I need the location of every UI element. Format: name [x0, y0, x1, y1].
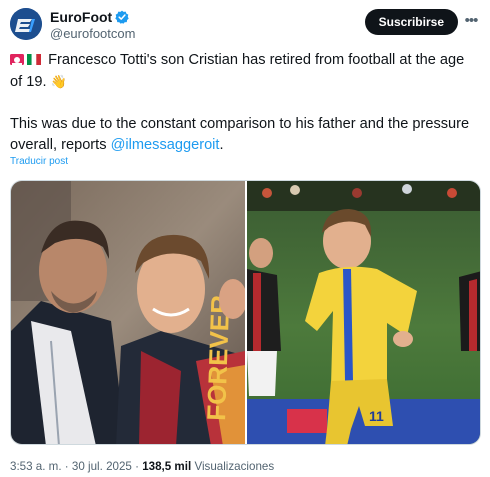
account-avatar[interactable]: [10, 8, 42, 40]
tweet-paragraph-2-text: This was due to the constant comparison …: [10, 116, 470, 153]
more-horizontal-icon[interactable]: •••: [462, 12, 480, 30]
player-on-pitch-photo[interactable]: 11: [247, 181, 480, 444]
tweet-paragraph-1-text: Francesco Totti's son Cristian has retir…: [10, 52, 465, 90]
meta-separator-2: ·: [135, 460, 139, 473]
tweet-text: Francesco Totti's son Cristian has retir…: [10, 50, 475, 177]
tweet-card: EuroFoot @eurofootcom Suscribirse ••• Fr…: [0, 0, 490, 477]
media-grid: FOREVER 11: [10, 180, 481, 445]
tweet-paragraph-2: This was due to the constant comparison …: [10, 114, 475, 156]
post-date[interactable]: 30 jul. 2025: [72, 460, 132, 473]
meta-separator: ·: [64, 460, 69, 473]
tweet-meta: 3:53 a. m. · 30 jul. 2025 · 138,5 mil Vi…: [10, 460, 274, 473]
name-line: EuroFoot: [50, 9, 129, 25]
verified-badge-icon: [115, 10, 129, 24]
views-label: Visualizaciones: [194, 460, 275, 473]
account-handle[interactable]: @eurofootcom: [50, 26, 135, 41]
father-and-son-photo[interactable]: FOREVER: [11, 181, 245, 444]
tweet-paragraph-1: Francesco Totti's son Cristian has retir…: [10, 50, 475, 93]
translate-post-link[interactable]: Traducir post: [10, 156, 68, 167]
italy-flag-icon: [27, 51, 41, 66]
post-time[interactable]: 3:53 a. m.: [10, 460, 62, 473]
waving-hand-icon: 👋: [50, 74, 67, 89]
views-count: 138,5 mil: [142, 460, 192, 473]
mention-link[interactable]: @ilmessaggeroit: [111, 137, 220, 153]
tweet-paragraph-2-end: .: [219, 137, 224, 153]
display-name[interactable]: EuroFoot: [50, 9, 112, 25]
tweet-header: EuroFoot @eurofootcom Suscribirse •••: [10, 8, 480, 42]
siren-icon: [10, 51, 24, 65]
jersey-number: 11: [369, 408, 384, 424]
subscribe-button[interactable]: Suscribirse: [364, 9, 458, 35]
